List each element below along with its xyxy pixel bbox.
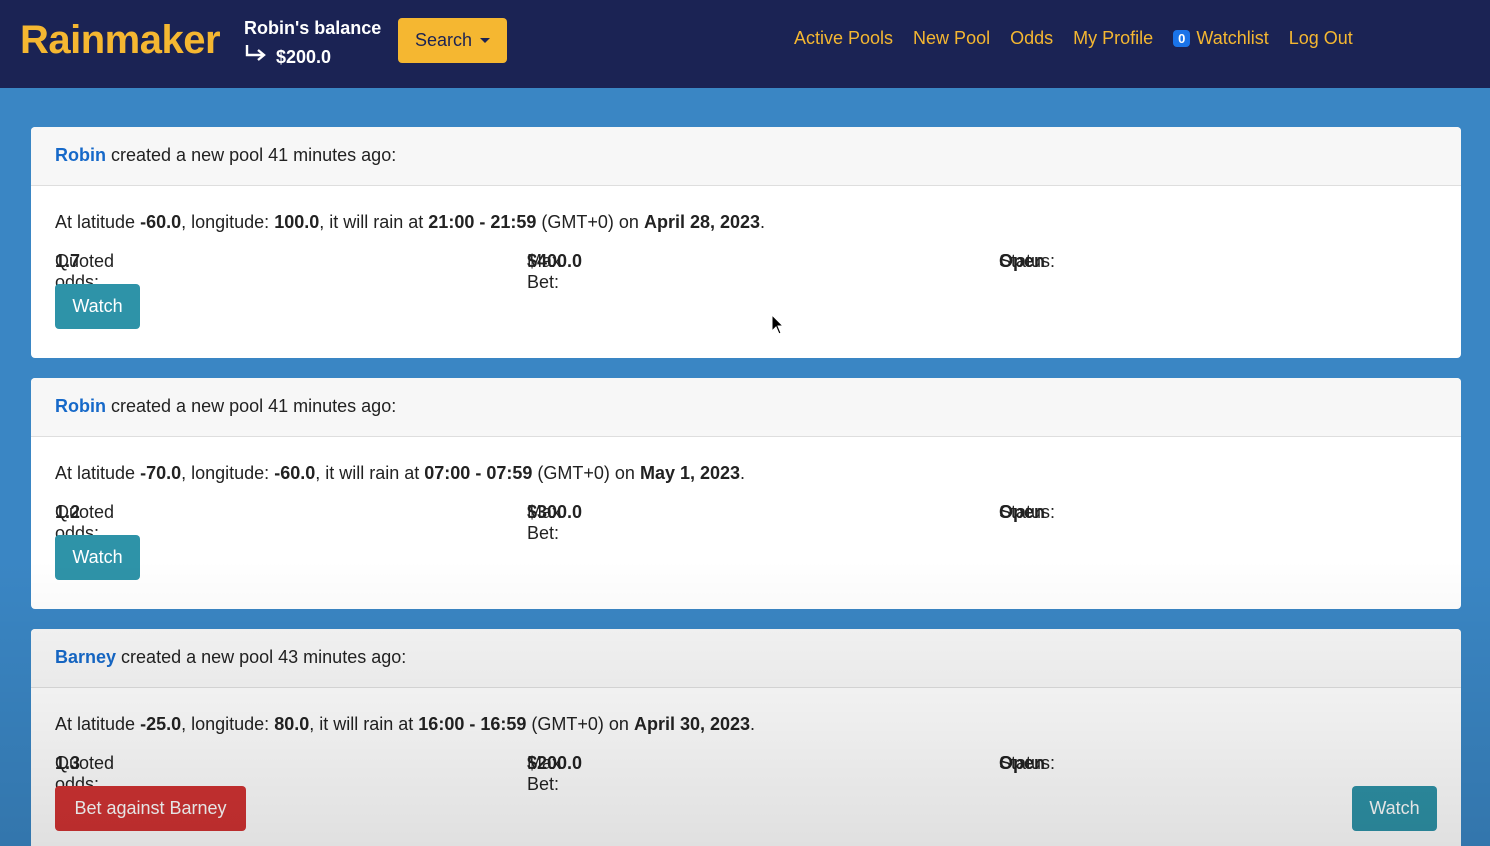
nav-my-profile[interactable]: My Profile [1073,28,1153,49]
max-bet: Max Bet: $300.0 [527,502,583,543]
pool-card: Robin created a new pool 41 minutes ago:… [31,378,1461,609]
pool-card-header: Robin created a new pool 41 minutes ago: [31,127,1461,186]
balance-label: Robin's balance [244,18,382,38]
max-bet: Max Bet: $400.0 [527,251,583,292]
quoted-odds: Quoted odds: 1.3 [55,753,115,794]
pool-status: Status: Open [999,753,1056,773]
balance-display: Robin's balance $200.0 [244,14,381,72]
pool-card: Robin created a new pool 41 minutes ago:… [31,127,1461,358]
watchlist-label: Watchlist [1196,28,1269,48]
nav-active-pools[interactable]: Active Pools [794,28,893,49]
pool-card-header: Barney created a new pool 43 minutes ago… [31,629,1461,688]
nav-logout[interactable]: Log Out [1289,28,1353,49]
max-bet: Max Bet: $200.0 [527,753,583,794]
search-dropdown-button[interactable]: Search [398,18,507,63]
search-label: Search [414,30,473,50]
pool-creator-link[interactable]: Robin [55,145,106,165]
nav-new-pool[interactable]: New Pool [913,28,990,49]
mouse-pointer-icon [771,314,785,335]
pool-description: At latitude -25.0, longitude: 80.0, it w… [55,714,756,734]
watch-button[interactable]: Watch [1352,786,1437,831]
watchlist-count-badge: 0 [1173,30,1191,47]
pool-status: Status: Open [999,502,1056,522]
watch-button[interactable]: Watch [55,284,140,329]
navbar: Rainmaker Robin's balance $200.0 Search … [0,0,1490,88]
caret-down-icon [480,38,491,43]
balance-amount: $200.0 [276,47,332,67]
nav-links: Active Pools New Pool Odds My Profile 0 … [794,28,1353,49]
nav-odds[interactable]: Odds [1010,28,1053,49]
pool-card-header: Robin created a new pool 41 minutes ago: [31,378,1461,437]
brand-logo[interactable]: Rainmaker [20,18,221,63]
quoted-odds: Quoted odds: 1.7 [55,251,115,292]
pool-status: Status: Open [999,251,1056,271]
nav-watchlist[interactable]: 0 Watchlist [1173,28,1269,49]
quoted-odds: Quoted odds: 1.2 [55,502,115,543]
pool-creator-link[interactable]: Barney [55,647,116,667]
bet-against-button[interactable]: Bet against Barney [55,786,246,831]
return-arrow-icon [244,43,268,72]
pool-card: Barney created a new pool 43 minutes ago… [31,629,1461,846]
pool-description: At latitude -60.0, longitude: 100.0, it … [55,212,766,232]
pool-creator-link[interactable]: Robin [55,396,106,416]
pool-description: At latitude -70.0, longitude: -60.0, it … [55,463,746,483]
watch-button[interactable]: Watch [55,535,140,580]
